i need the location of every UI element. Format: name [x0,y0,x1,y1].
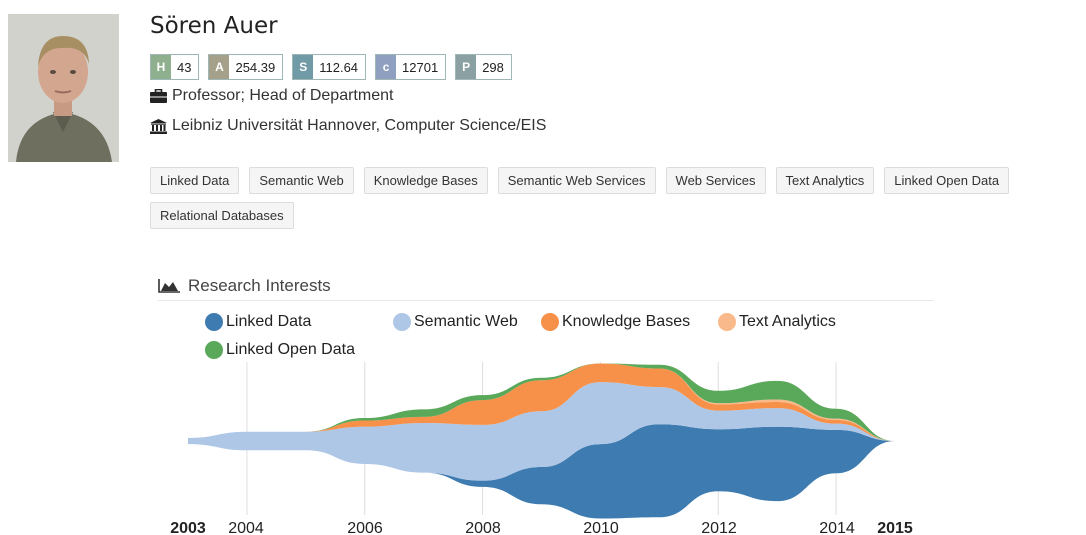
streamgraph-chart: 2003 2004 2006 2008 2010 2012 2014 2015 [170,362,913,535]
x-tick-label-2010: 2010 [583,520,619,535]
x-tick-label-2012: 2012 [701,520,737,535]
x-tick-label-2006: 2006 [347,520,383,535]
x-tick-label-2003: 2003 [170,520,206,535]
x-tick-label-2004: 2004 [228,520,264,535]
x-tick-label-2015: 2015 [877,520,913,535]
x-tick-label-2014: 2014 [819,520,855,535]
x-tick-label-2008: 2008 [465,520,501,535]
